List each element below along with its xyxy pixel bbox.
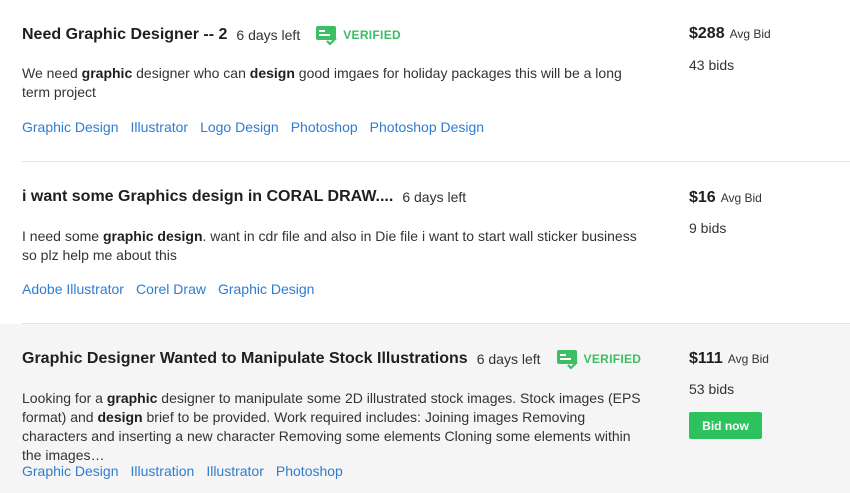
description-keyword: design — [249, 65, 295, 81]
days-left: 6 days left — [476, 351, 541, 367]
skill-tag[interactable]: Illustrator — [206, 463, 264, 479]
project-card[interactable]: i want some Graphics design in CORAL DRA… — [0, 162, 850, 324]
skill-tag[interactable]: Graphic Design — [22, 463, 119, 479]
avg-bid-amount: $111 — [689, 350, 723, 367]
avg-bid-amount: $16 — [689, 189, 716, 206]
description-text: designer who can — [132, 65, 250, 81]
description-keyword: graphic design — [102, 228, 203, 244]
project-title[interactable]: Graphic Designer Wanted to Manipulate St… — [22, 350, 468, 368]
project-description: I need some graphic design. want in cdr … — [22, 227, 652, 265]
project-title-row: Need Graphic Designer -- 2 6 days left V… — [22, 24, 401, 46]
skill-tag[interactable]: Graphic Design — [218, 281, 315, 297]
avg-bid: $16 Avg Bid — [689, 189, 762, 207]
project-description: We need graphic designer who can design … — [22, 64, 652, 102]
verified-label: VERIFIED — [583, 352, 642, 366]
verified-icon — [556, 350, 578, 370]
skill-tag[interactable]: Illustration — [131, 463, 195, 479]
verified-badge: VERIFIED — [556, 348, 642, 370]
description-keyword: graphic — [81, 65, 133, 81]
skill-tag[interactable]: Logo Design — [200, 119, 279, 135]
description-text: I need some — [22, 228, 103, 244]
days-left: 6 days left — [236, 27, 301, 43]
bid-count: 9 bids — [689, 220, 727, 236]
project-list: Need Graphic Designer -- 2 6 days left V… — [0, 0, 850, 493]
avg-bid-label: Avg Bid — [727, 352, 769, 366]
project-title[interactable]: i want some Graphics design in CORAL DRA… — [22, 188, 393, 206]
bid-now-button[interactable]: Bid now — [689, 412, 762, 439]
project-description: Looking for a graphic designer to manipu… — [22, 389, 652, 465]
avg-bid: $111 Avg Bid — [689, 350, 769, 368]
description-text: We need — [22, 65, 82, 81]
project-card[interactable]: Graphic Designer Wanted to Manipulate St… — [0, 324, 850, 493]
skill-tag[interactable]: Adobe Illustrator — [22, 281, 124, 297]
skill-tags: Graphic Design Illustrator Logo Design P… — [22, 119, 496, 135]
avg-bid-amount: $288 — [689, 25, 725, 42]
skill-tag[interactable]: Illustrator — [131, 119, 189, 135]
skill-tags: Adobe Illustrator Corel Draw Graphic Des… — [22, 281, 326, 297]
verified-label: VERIFIED — [343, 28, 401, 42]
avg-bid-label: Avg Bid — [720, 191, 762, 205]
verified-icon — [316, 26, 337, 46]
skill-tag[interactable]: Photoshop Design — [370, 119, 484, 135]
description-keyword: design — [97, 409, 143, 425]
skill-tag[interactable]: Graphic Design — [22, 119, 119, 135]
project-title-row: Graphic Designer Wanted to Manipulate St… — [22, 348, 641, 370]
project-title[interactable]: Need Graphic Designer -- 2 — [22, 26, 227, 44]
skill-tag[interactable]: Photoshop — [291, 119, 358, 135]
avg-bid-label: Avg Bid — [729, 27, 771, 41]
avg-bid: $288 Avg Bid — [689, 25, 771, 43]
bid-count: 43 bids — [689, 57, 735, 73]
days-left: 6 days left — [402, 189, 467, 205]
skill-tag[interactable]: Photoshop — [276, 463, 343, 479]
project-title-row: i want some Graphics design in CORAL DRA… — [22, 188, 466, 206]
project-card[interactable]: Need Graphic Designer -- 2 6 days left V… — [0, 0, 850, 162]
skill-tag[interactable]: Corel Draw — [136, 281, 206, 297]
skill-tags: Graphic Design Illustration Illustrator … — [22, 463, 355, 479]
description-keyword: graphic — [106, 390, 158, 406]
description-text: Looking for a — [22, 390, 107, 406]
verified-badge: VERIFIED — [315, 24, 401, 46]
bid-count: 53 bids — [689, 381, 735, 397]
